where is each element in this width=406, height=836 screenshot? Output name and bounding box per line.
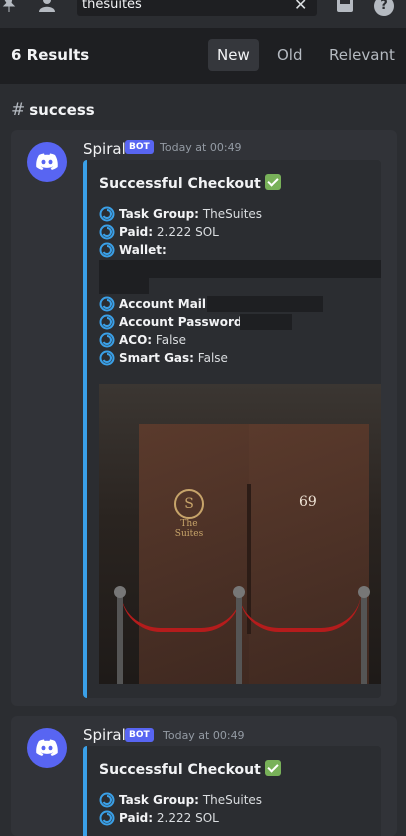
discord-logo-icon bbox=[36, 153, 58, 170]
author-name[interactable]: Spiral bbox=[83, 726, 126, 744]
sort-tab-relevant[interactable]: Relevant bbox=[320, 39, 404, 71]
embed-image[interactable]: S The Suites 69 bbox=[99, 384, 381, 684]
door-panel-right bbox=[249, 424, 369, 684]
spiral-icon bbox=[99, 224, 115, 240]
help-icon[interactable]: ? bbox=[374, 0, 394, 16]
door-panel-left bbox=[139, 424, 249, 684]
search-result-message[interactable]: Spiral BOT Today at 00:49 Successful Che… bbox=[11, 130, 397, 706]
avatar[interactable] bbox=[27, 142, 67, 182]
door-number: 69 bbox=[299, 494, 317, 510]
embed: Successful Checkout Task Group: TheSuite… bbox=[83, 160, 381, 698]
spiral-icon bbox=[99, 296, 115, 312]
timestamp: Today at 00:49 bbox=[163, 729, 245, 742]
search-results-list: # success Spiral BOT Today at 00:49 Succe… bbox=[0, 84, 406, 836]
hash-icon: # bbox=[11, 100, 26, 120]
bot-badge: BOT bbox=[125, 140, 154, 154]
bot-badge: BOT bbox=[125, 728, 154, 742]
members-icon[interactable] bbox=[38, 0, 60, 14]
top-toolbar: thesuites ✕ ? bbox=[0, 0, 406, 16]
spiral-icon bbox=[99, 242, 115, 258]
redacted-account-mail bbox=[207, 296, 323, 312]
embed-field-paid: Paid: 2.222 SOL bbox=[99, 810, 219, 826]
redacted-account-password bbox=[240, 314, 292, 330]
embed-field-aco: ACO: False bbox=[99, 332, 186, 348]
spiral-icon bbox=[99, 206, 115, 222]
sort-tab-old[interactable]: Old bbox=[268, 39, 312, 71]
timestamp: Today at 00:49 bbox=[160, 141, 242, 154]
discord-logo-icon bbox=[36, 739, 58, 756]
crest-icon: S bbox=[174, 489, 204, 519]
embed-title: Successful Checkout bbox=[99, 174, 281, 192]
spiral-icon bbox=[99, 332, 115, 348]
embed-field-task-group: Task Group: TheSuites bbox=[99, 206, 262, 222]
search-result-message[interactable]: Spiral BOT Today at 00:49 Successful Che… bbox=[11, 716, 397, 836]
embed-field-paid: Paid: 2.222 SOL bbox=[99, 224, 219, 240]
embed-field-task-group: Task Group: TheSuites bbox=[99, 792, 262, 808]
spiral-icon bbox=[99, 314, 115, 330]
pin-icon[interactable] bbox=[0, 0, 22, 14]
stanchion-post bbox=[114, 586, 126, 684]
check-mark-icon bbox=[264, 760, 281, 776]
embed: Successful Checkout Task Group: TheSuite… bbox=[83, 746, 381, 836]
embed-field-account-password: Account Password: bbox=[99, 314, 247, 330]
clear-icon[interactable]: ✕ bbox=[294, 0, 307, 14]
spiral-icon bbox=[99, 350, 115, 366]
results-count: 6 Results bbox=[11, 46, 90, 64]
author-name[interactable]: Spiral bbox=[83, 140, 126, 158]
channel-heading[interactable]: # success bbox=[11, 100, 95, 120]
avatar[interactable] bbox=[27, 728, 67, 768]
inbox-icon[interactable] bbox=[336, 0, 354, 14]
embed-field-account-mail: Account Mail: bbox=[99, 296, 211, 312]
the-suites-logo: S The Suites bbox=[169, 489, 209, 539]
embed-field-smart-gas: Smart Gas: False bbox=[99, 350, 228, 366]
redacted-wallet-value bbox=[99, 260, 381, 278]
embed-field-wallet: Wallet: bbox=[99, 242, 167, 258]
sort-tab-new[interactable]: New bbox=[208, 39, 259, 71]
channel-name: success bbox=[29, 101, 95, 119]
stanchion-post bbox=[358, 586, 370, 684]
embed-title: Successful Checkout bbox=[99, 760, 281, 778]
spiral-icon bbox=[99, 792, 115, 808]
redacted-wallet-value-line-2 bbox=[99, 278, 149, 294]
stanchion-post bbox=[233, 586, 245, 684]
search-input[interactable]: thesuites bbox=[77, 0, 317, 16]
spiral-icon bbox=[99, 810, 115, 826]
search-results-header: 6 Results New Old Relevant bbox=[0, 28, 406, 84]
check-mark-icon bbox=[264, 174, 281, 190]
